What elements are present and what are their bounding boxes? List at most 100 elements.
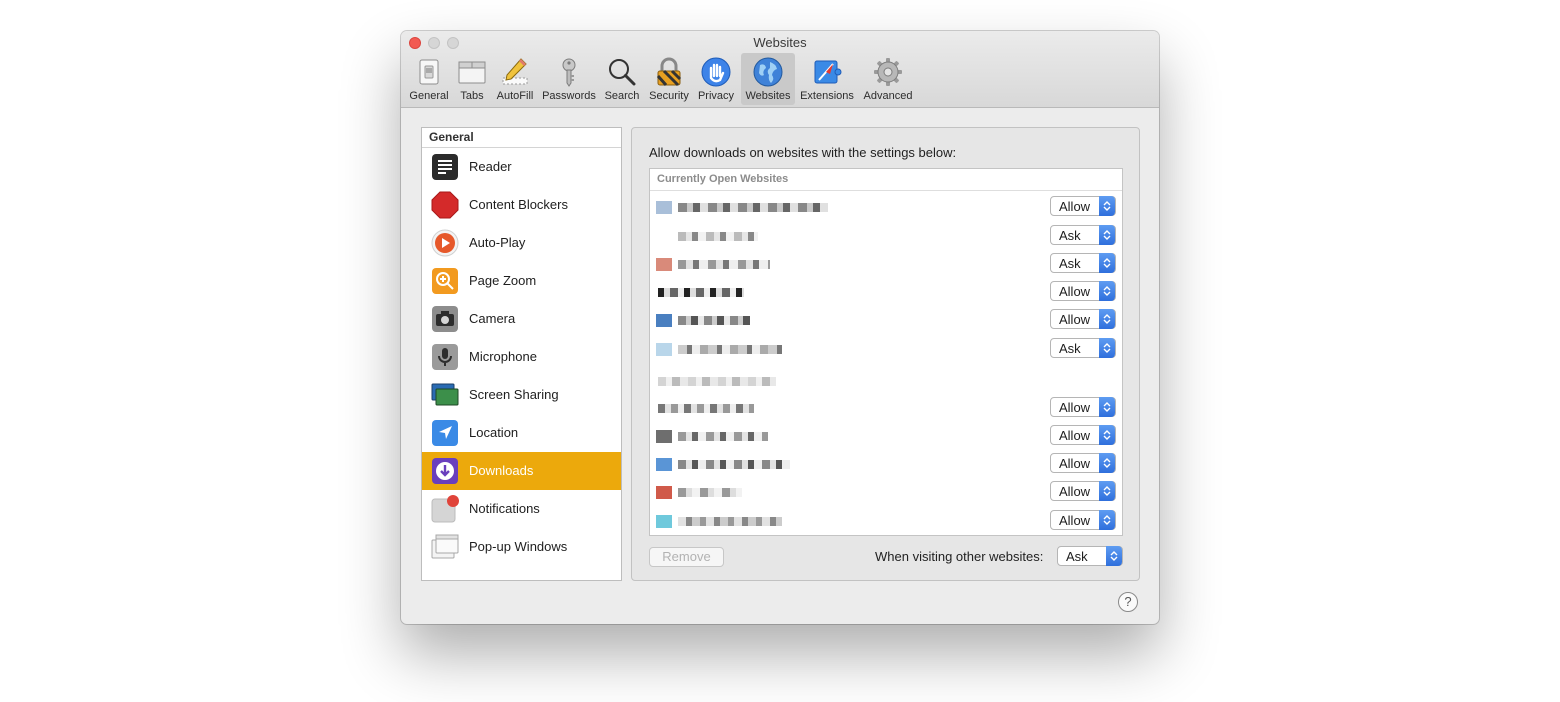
site-favicon	[656, 314, 672, 327]
website-row[interactable]: Allow	[650, 397, 1120, 421]
stop-sign-icon	[431, 191, 459, 219]
blurred-site-name	[658, 404, 754, 413]
site-favicon	[656, 430, 672, 443]
website-row[interactable]: Ask	[650, 338, 1120, 362]
chevron-up-down-icon	[1099, 453, 1115, 473]
toolbar-search[interactable]: Search	[601, 53, 643, 105]
blurred-site-name	[678, 260, 770, 269]
website-row[interactable]	[650, 370, 1120, 394]
sidebar: General Reader Content Blockers Auto-Pla…	[421, 127, 622, 581]
sidebar-item-location[interactable]: Location	[422, 414, 621, 452]
blurred-site-name	[678, 316, 750, 325]
site-download-setting[interactable]: Ask	[1050, 338, 1116, 358]
sidebar-item-content-blockers[interactable]: Content Blockers	[422, 186, 621, 224]
website-row[interactable]: Allow	[650, 453, 1120, 477]
toolbar-privacy[interactable]: Privacy	[695, 53, 737, 105]
website-row[interactable]: Allow	[650, 481, 1120, 505]
blurred-site-name	[678, 517, 782, 526]
other-websites-setting[interactable]: Ask	[1057, 546, 1123, 566]
chevron-up-down-icon	[1099, 225, 1115, 245]
site-download-setting[interactable]: Allow	[1050, 196, 1116, 216]
sidebar-item-label: Auto-Play	[469, 235, 526, 250]
blurred-site-name	[678, 432, 768, 441]
downloads-icon	[432, 458, 458, 484]
camera-icon	[432, 306, 458, 332]
chevron-up-down-icon	[1099, 481, 1115, 501]
play-icon	[431, 229, 459, 257]
website-row[interactable]: Allow	[650, 510, 1120, 534]
website-row[interactable]: Allow	[650, 309, 1120, 333]
toolbar-websites[interactable]: Websites	[741, 53, 795, 105]
gear-icon	[874, 58, 902, 86]
notifications-icon	[431, 495, 459, 523]
blurred-site-name	[678, 232, 758, 241]
sidebar-item-notifications[interactable]: Notifications	[422, 490, 621, 528]
sidebar-item-label: Camera	[469, 311, 516, 326]
toolbar-passwords[interactable]: Passwords	[540, 53, 598, 105]
toolbar-advanced[interactable]: Advanced	[860, 53, 916, 105]
microphone-icon	[432, 344, 458, 370]
site-download-setting[interactable]: Allow	[1050, 425, 1116, 445]
site-download-setting[interactable]: Allow	[1050, 397, 1116, 417]
sidebar-item-downloads[interactable]: Downloads	[422, 452, 621, 490]
chevron-up-down-icon	[1099, 425, 1115, 445]
website-row[interactable]: Ask	[650, 253, 1120, 277]
help-button[interactable]: ?	[1118, 592, 1138, 612]
popup-windows-icon	[431, 534, 459, 559]
other-websites-label: When visiting other websites:	[875, 549, 1044, 564]
chevron-up-down-icon	[1099, 253, 1115, 273]
toolbar-tabs[interactable]: Tabs	[453, 53, 491, 105]
zoom-icon	[432, 268, 458, 294]
toolbar-extensions[interactable]: Extensions	[797, 53, 857, 105]
website-row[interactable]: Ask	[650, 225, 1120, 249]
sidebar-item-label: Reader	[469, 159, 512, 174]
screen-sharing-icon	[431, 383, 459, 406]
toolbar-security[interactable]: Security	[646, 53, 692, 105]
website-row[interactable]: Allow	[650, 281, 1120, 305]
blurred-site-name	[678, 345, 782, 354]
window-title: Websites	[753, 35, 807, 50]
sidebar-item-label: Downloads	[469, 463, 534, 478]
blurred-site-name	[658, 288, 744, 297]
toolbar-autofill[interactable]: AutoFill	[493, 53, 537, 105]
downloads-settings-panel: Allow downloads on websites with the set…	[631, 127, 1140, 581]
website-row[interactable]: Allow	[650, 196, 1120, 220]
sidebar-item-label: Pop-up Windows	[469, 539, 568, 554]
sidebar-item-reader[interactable]: Reader	[422, 148, 621, 186]
chevron-up-down-icon	[1099, 196, 1115, 216]
sidebar-header: General	[422, 128, 621, 148]
chevron-up-down-icon	[1099, 338, 1115, 358]
site-download-setting[interactable]: Allow	[1050, 281, 1116, 301]
magnifier-icon	[609, 59, 636, 86]
sidebar-item-camera[interactable]: Camera	[422, 300, 621, 338]
sidebar-item-screen-sharing[interactable]: Screen Sharing	[422, 376, 621, 414]
websites-table: Currently Open Websites Allow Ask Ask Al…	[649, 168, 1123, 536]
toolbar-general[interactable]: General	[407, 53, 451, 105]
remove-button[interactable]: Remove	[649, 547, 724, 567]
chevron-up-down-icon	[1106, 546, 1122, 566]
site-download-setting[interactable]: Ask	[1050, 225, 1116, 245]
sidebar-item-label: Screen Sharing	[469, 387, 559, 402]
website-row[interactable]: Allow	[650, 425, 1120, 449]
sidebar-item-page-zoom[interactable]: Page Zoom	[422, 262, 621, 300]
sidebar-item-label: Location	[469, 425, 519, 440]
title-bar: Websites General Tabs AutoFill Passwords…	[401, 31, 1159, 108]
sidebar-item-auto-play[interactable]: Auto-Play	[422, 224, 621, 262]
key-icon	[562, 58, 576, 87]
site-download-setting[interactable]: Ask	[1050, 253, 1116, 273]
site-favicon	[656, 458, 672, 471]
site-favicon	[656, 201, 672, 214]
site-download-setting[interactable]: Allow	[1050, 481, 1116, 501]
sidebar-item-label: Notifications	[469, 501, 540, 516]
site-download-setting[interactable]: Allow	[1050, 510, 1116, 530]
chevron-up-down-icon	[1099, 510, 1115, 530]
blurred-site-name	[678, 488, 742, 497]
location-arrow-icon	[432, 420, 458, 446]
tabs-icon	[458, 61, 486, 84]
site-download-setting[interactable]: Allow	[1050, 453, 1116, 473]
extensions-puzzle-icon	[814, 60, 842, 84]
site-download-setting[interactable]: Allow	[1050, 309, 1116, 329]
sidebar-item-microphone[interactable]: Microphone	[422, 338, 621, 376]
hand-icon	[701, 57, 731, 87]
sidebar-item-pop-up-windows[interactable]: Pop-up Windows	[422, 528, 621, 566]
